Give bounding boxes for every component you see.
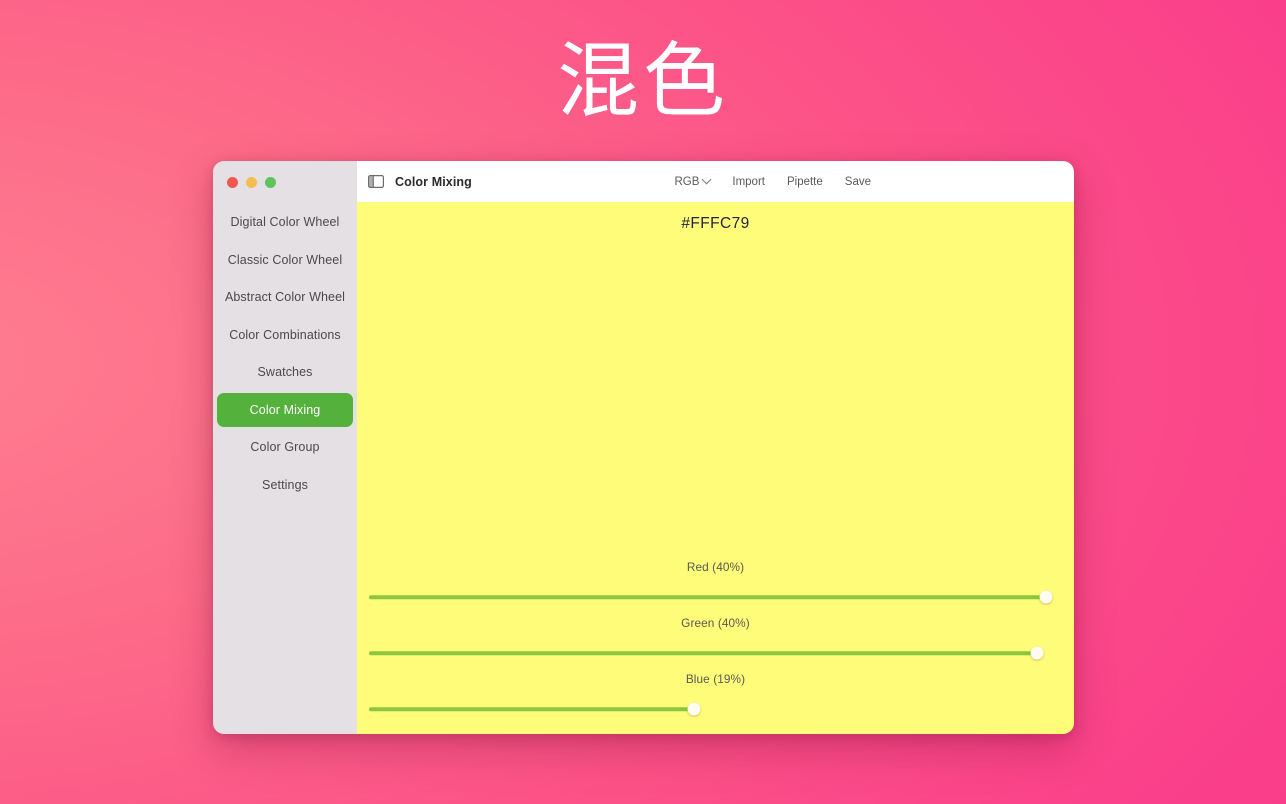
blue-slider-thumb[interactable] — [687, 702, 701, 716]
app-window: Digital Color Wheel Classic Color Wheel … — [213, 161, 1074, 734]
red-slider-thumb[interactable] — [1039, 590, 1053, 604]
sidebar-item-color-group[interactable]: Color Group — [217, 430, 353, 464]
maximize-button-icon[interactable] — [265, 177, 276, 188]
sidebar-item-settings[interactable]: Settings — [217, 468, 353, 502]
sidebar-item-abstract-color-wheel[interactable]: Abstract Color Wheel — [217, 280, 353, 314]
color-mode-label: RGB — [674, 175, 700, 188]
toolbar: Color Mixing RGB Import Pipette Save — [357, 161, 1074, 202]
hex-value-label: #FFFC79 — [681, 215, 750, 232]
sidebar-item-classic-color-wheel[interactable]: Classic Color Wheel — [217, 243, 353, 277]
pipette-button[interactable]: Pipette — [787, 176, 823, 188]
window-controls — [227, 177, 276, 188]
slider-group-red: Red (40%) — [357, 560, 1074, 604]
green-slider-label: Green (40%) — [681, 616, 750, 630]
import-button[interactable]: Import — [732, 176, 765, 188]
toolbar-title: Color Mixing — [395, 174, 472, 189]
blue-slider-track — [369, 707, 694, 711]
blue-slider-label: Blue (19%) — [685, 672, 746, 686]
green-slider-track — [369, 651, 1037, 655]
sidebar-item-label: Settings — [262, 477, 308, 492]
sidebar: Digital Color Wheel Classic Color Wheel … — [213, 161, 357, 734]
sidebar-item-label: Digital Color Wheel — [230, 215, 340, 229]
red-slider-track — [369, 595, 1046, 599]
green-slider-thumb[interactable] — [1030, 646, 1044, 660]
sidebar-item-label: Swatches — [257, 365, 313, 379]
sidebar-item-digital-color-wheel[interactable]: Digital Color Wheel — [217, 205, 353, 239]
sidebar-item-label: Color Mixing — [249, 402, 321, 417]
sidebar-item-color-combinations[interactable]: Color Combinations — [217, 318, 353, 352]
close-button-icon[interactable] — [227, 177, 238, 188]
sidebar-item-color-mixing[interactable]: Color Mixing — [217, 392, 353, 427]
toolbar-actions: RGB Import Pipette Save — [674, 174, 1056, 188]
red-slider[interactable] — [369, 590, 1063, 604]
chevron-down-icon — [701, 174, 712, 185]
toolbar-left-group: Color Mixing — [368, 175, 472, 189]
slider-group-green: Green (40%) — [357, 616, 1074, 660]
color-preview-canvas: #FFFC79 Red (40%) Green (40%) Blue (19%) — [357, 202, 1074, 734]
sidebar-item-swatches[interactable]: Swatches — [217, 355, 353, 389]
blue-slider[interactable] — [369, 702, 1063, 716]
color-mode-dropdown[interactable]: RGB — [674, 174, 712, 188]
minimize-button-icon[interactable] — [246, 177, 257, 188]
sidebar-toggle-icon[interactable] — [368, 175, 384, 188]
sidebar-item-label: Color Combinations — [229, 327, 341, 342]
page-title: 混色 — [556, 36, 729, 127]
green-slider[interactable] — [369, 646, 1063, 660]
main-panel: Color Mixing RGB Import Pipette Save #FF… — [357, 161, 1074, 734]
sidebar-item-label: Abstract Color Wheel — [224, 290, 346, 304]
sidebar-item-label: Color Group — [250, 440, 320, 454]
red-slider-label: Red (40%) — [686, 560, 745, 574]
sidebar-item-label: Classic Color Wheel — [227, 252, 343, 267]
save-button[interactable]: Save — [845, 176, 871, 188]
rgb-sliders: Red (40%) Green (40%) Blue (19%) — [357, 560, 1074, 734]
slider-group-blue: Blue (19%) — [357, 672, 1074, 716]
